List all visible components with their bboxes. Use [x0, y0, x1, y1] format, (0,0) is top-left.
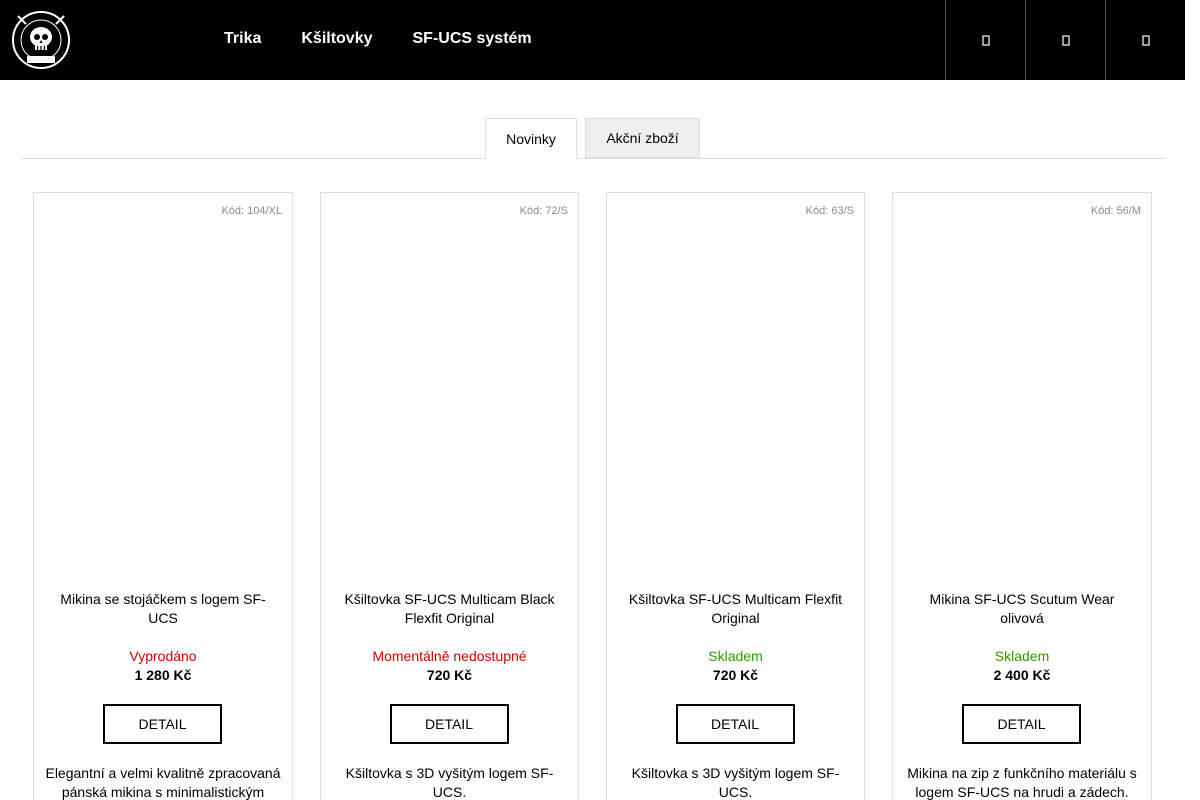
product-card[interactable]: Kód: 56/M Mikina SF-UCS Scutum Wear oliv…	[892, 192, 1152, 800]
main-nav: Trika Kšiltovky SF-UCS systém	[204, 0, 552, 80]
availability-status: Skladem	[708, 648, 763, 664]
product-code: Kód: 72/S	[519, 205, 568, 217]
product-price: 720 Kč	[426, 667, 473, 683]
search-icon	[981, 35, 990, 46]
product-price: 2 400 Kč	[993, 667, 1051, 683]
nav-item-trika[interactable]: Trika	[204, 0, 281, 79]
product-description: Kšiltovka s 3D vyšitým logem SF-UCS.	[631, 765, 840, 800]
product-image[interactable]	[44, 233, 282, 573]
availability-status: Vyprodáno	[129, 648, 197, 664]
product-description: Kšiltovka s 3D vyšitým logem SF-UCS.	[345, 765, 554, 800]
product-description: Mikina na zip z funkčního materiálu s lo…	[907, 765, 1137, 800]
detail-button[interactable]: DETAIL	[962, 704, 1081, 744]
cart-icon	[1141, 35, 1150, 46]
site-logo[interactable]	[10, 10, 72, 70]
product-price: 720 Kč	[712, 667, 759, 683]
product-price: 1 280 Kč	[134, 667, 192, 683]
availability-status: Skladem	[994, 648, 1050, 664]
product-card[interactable]: Kód: 104/XL Mikina se stojáčkem s logem …	[33, 192, 293, 800]
nav-item-sf-ucs-system[interactable]: SF-UCS systém	[393, 0, 552, 79]
user-icon	[1061, 35, 1070, 46]
product-code: Kód: 56/M	[1090, 205, 1141, 217]
product-description: Elegantní a velmi kvalitně zpracovaná pá…	[45, 765, 281, 800]
tab-novinky[interactable]: Novinky	[485, 118, 577, 159]
product-name[interactable]: Kšiltovka SF-UCS Multicam Black Flexfit …	[341, 590, 558, 628]
product-card[interactable]: Kód: 72/S Kšiltovka SF-UCS Multicam Blac…	[320, 192, 579, 800]
user-button[interactable]	[1025, 0, 1105, 80]
detail-button[interactable]: DETAIL	[103, 704, 222, 744]
site-header: Trika Kšiltovky SF-UCS systém	[0, 0, 1185, 80]
skull-logo-icon	[12, 11, 70, 69]
nav-item-ksiltovky[interactable]: Kšiltovky	[281, 0, 392, 79]
product-image[interactable]	[617, 233, 854, 573]
detail-button[interactable]: DETAIL	[675, 704, 795, 744]
product-card[interactable]: Kód: 63/S Kšiltovka SF-UCS Multicam Flex…	[606, 192, 865, 800]
search-button[interactable]	[945, 0, 1025, 80]
cart-button[interactable]	[1105, 0, 1185, 80]
product-code: Kód: 63/S	[805, 205, 854, 217]
product-code: Kód: 104/XL	[221, 205, 282, 217]
product-name[interactable]: Mikina se stojáčkem s logem SF-UCS	[54, 590, 272, 628]
detail-button[interactable]: DETAIL	[389, 704, 509, 744]
availability-status: Momentálně nedostupné	[372, 648, 527, 664]
product-image[interactable]	[903, 233, 1141, 573]
tab-akcni-zbozi[interactable]: Akční zboží	[585, 118, 700, 158]
product-image[interactable]	[331, 233, 568, 573]
product-name[interactable]: Mikina SF-UCS Scutum Wear olivová	[913, 590, 1131, 628]
page-scrollbar[interactable]	[1185, 0, 1200, 800]
product-name[interactable]: Kšiltovka SF-UCS Multicam Flexfit Origin…	[627, 590, 844, 628]
tabs-divider	[20, 158, 1166, 159]
header-buttons	[945, 0, 1185, 80]
